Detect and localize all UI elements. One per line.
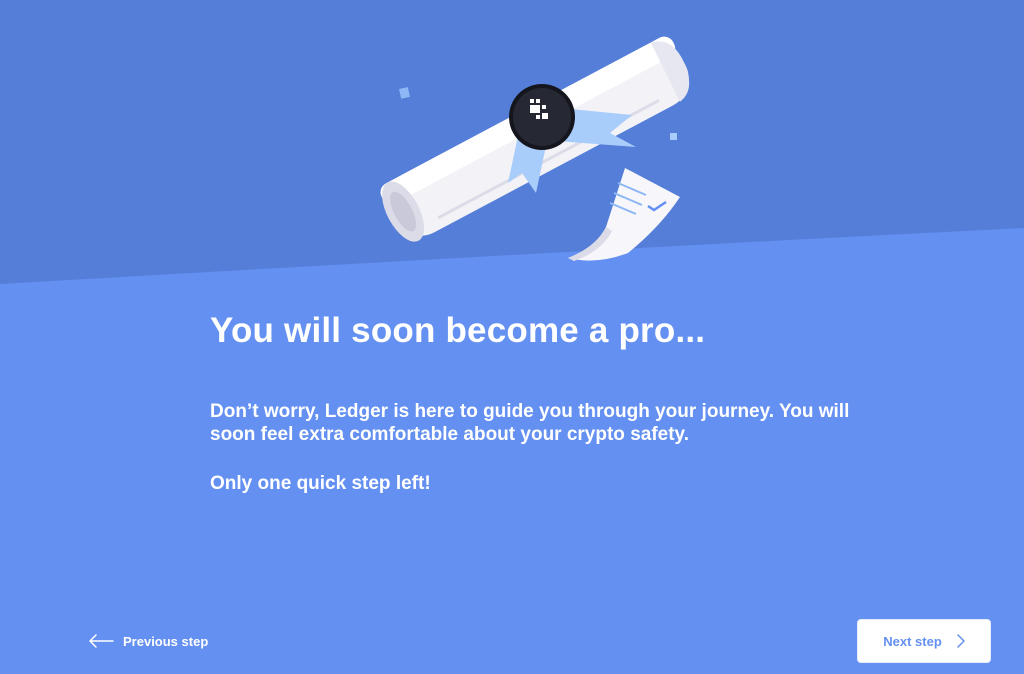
- page-title: You will soon become a pro...: [210, 311, 706, 350]
- previous-step-button[interactable]: Previous step: [88, 630, 208, 652]
- arrow-left-icon: [89, 634, 114, 648]
- main-content: You will soon become a pro... Don’t worr…: [210, 308, 870, 495]
- previous-step-label: Previous step: [123, 633, 209, 649]
- description-text: Don’t worry, Ledger is here to guide you…: [210, 401, 850, 445]
- document-check-icon: [568, 168, 680, 261]
- small-cube-left: [399, 87, 410, 99]
- diploma-illustration: [380, 36, 690, 261]
- chevron-right-icon: [957, 634, 965, 648]
- ledger-seal-icon: [509, 84, 575, 150]
- step-hint-text: Only one quick step left!: [210, 473, 431, 494]
- small-cube-right: [670, 133, 677, 140]
- next-step-button[interactable]: Next step: [857, 619, 991, 663]
- next-step-label: Next step: [883, 633, 942, 649]
